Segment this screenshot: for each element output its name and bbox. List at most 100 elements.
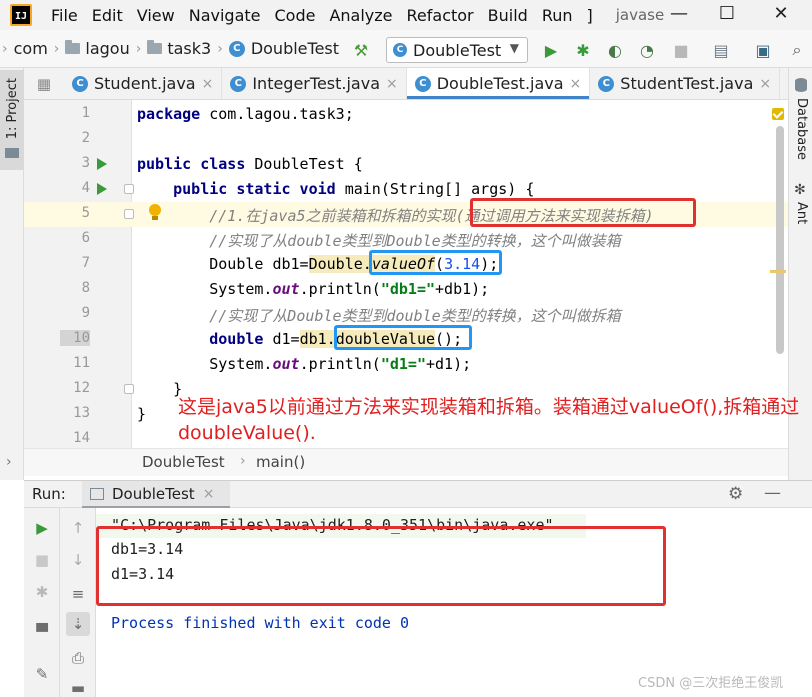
editor-tabs: ▦ C Student.java × C IntegerTest.java × … [24, 68, 788, 100]
tab-studenttest-java[interactable]: C StudentTest.java × [590, 68, 781, 99]
annotation-text: 这是java5以前通过方法来实现装箱和拆箱。装箱通过valueOf(),拆箱通过… [178, 396, 800, 444]
code-token: .println( [299, 280, 381, 298]
menu-run[interactable]: Run [535, 6, 580, 25]
breadcrumb-class[interactable]: DoubleTest [142, 453, 225, 471]
rerun-icon[interactable]: ▶ [32, 518, 52, 538]
menu-refactor[interactable]: Refactor [400, 6, 481, 25]
run-gutter-icon[interactable] [97, 183, 107, 195]
code-token: DoubleTest { [245, 155, 363, 173]
layout-icon[interactable]: ▦ [24, 68, 64, 99]
breadcrumb-method[interactable]: main() [256, 453, 305, 471]
menu-analyze[interactable]: Analyze [322, 6, 399, 25]
menu-edit[interactable]: Edit [85, 6, 130, 25]
project-tool-tab[interactable]: 1: Project [0, 70, 24, 170]
database-tab[interactable]: Database [794, 98, 809, 160]
fold-icon[interactable] [124, 184, 134, 194]
code-line: 1 package com.lagou.task3; [24, 102, 788, 127]
run-configuration-select[interactable]: C DoubleTest ▼ [386, 37, 528, 63]
gear-icon[interactable]: ⚙ [728, 484, 743, 504]
fold-icon[interactable] [124, 209, 134, 219]
menu-code[interactable]: Code [268, 6, 323, 25]
menu-navigate[interactable]: Navigate [182, 6, 268, 25]
line-number: 6 [81, 230, 90, 246]
coverage-icon[interactable]: ◐ [604, 39, 626, 61]
chevron-right-icon: › [217, 40, 223, 57]
close-icon[interactable]: × [570, 76, 582, 92]
line-number: 11 [73, 355, 90, 371]
menu-overflow[interactable]: ] [580, 6, 600, 25]
stop-icon[interactable]: ■ [670, 39, 692, 61]
warning-marker[interactable] [770, 270, 786, 273]
highlight-box-red [470, 198, 696, 227]
terminal-icon[interactable]: ▣ [752, 39, 774, 61]
minimize-button[interactable]: — [666, 3, 692, 24]
line-number: 2 [81, 130, 90, 146]
print-icon[interactable]: ⎙ [68, 648, 88, 668]
menu-view[interactable]: View [130, 6, 182, 25]
code-token: +d1); [426, 355, 472, 373]
project-structure-icon[interactable]: ▤ [710, 39, 732, 61]
minimize-panel-icon[interactable]: — [764, 483, 781, 503]
close-icon[interactable]: × [203, 486, 215, 502]
tab-label: IntegerTest.java [252, 74, 380, 93]
run-icon[interactable]: ▶ [540, 39, 562, 61]
chevron-right-icon[interactable]: › [6, 454, 12, 470]
class-icon: C [230, 75, 247, 92]
maximize-button[interactable]: ☐ [714, 3, 740, 24]
chevron-right-icon: › [240, 453, 246, 469]
tab-label: DoubleTest.java [436, 74, 564, 93]
profile-icon[interactable]: ◔ [636, 39, 658, 61]
pin-icon[interactable]: ✎ [32, 664, 52, 684]
code-line: 2 [24, 127, 788, 152]
code-text: } [137, 380, 182, 398]
highlight-box-blue [334, 325, 472, 350]
comment: //1.在java5之前装箱和拆箱的实现 [209, 207, 456, 225]
run-gutter-icon[interactable] [97, 158, 107, 170]
tab-doubletest-java[interactable]: C DoubleTest.java × [406, 68, 591, 99]
debug-bug-icon[interactable]: ✱ [572, 39, 594, 61]
search-icon[interactable]: ⌕ [786, 39, 808, 61]
close-icon[interactable]: × [386, 76, 398, 92]
run-console-output[interactable]: "C:\Program Files\Java\jdk1.8.0_351\bin\… [96, 508, 812, 697]
class-icon: C [414, 75, 431, 92]
line-number: 7 [81, 255, 90, 271]
highlight-box-red [96, 526, 666, 606]
close-icon[interactable]: × [202, 76, 214, 92]
run-tab-doubletest[interactable]: DoubleTest × [82, 481, 230, 509]
tab-integertest-java[interactable]: C IntegerTest.java × [222, 68, 407, 99]
comment: //实现了从Double类型到double类型的转换，这个叫做拆箱 [209, 307, 621, 325]
hammer-build-icon[interactable]: ⚒ [350, 39, 372, 61]
string-literal: "db1=" [380, 280, 436, 298]
close-icon[interactable]: × [759, 76, 771, 92]
stop-icon[interactable]: ■ [32, 550, 52, 570]
fold-icon[interactable] [124, 384, 134, 394]
breadcrumb-com[interactable]: com [14, 39, 48, 58]
code-line: 9 //实现了从Double类型到double类型的转换，这个叫做拆箱 [24, 302, 788, 327]
run-toolbar-secondary: ↑ ↓ ≡ ⇣ ⎙ ▬ [60, 508, 96, 697]
highlight-box-blue [369, 250, 502, 275]
tab-student-java[interactable]: C Student.java × [64, 68, 223, 99]
scroll-to-end-icon[interactable]: ⇣ [66, 612, 90, 636]
arrow-down-icon[interactable]: ↓ [68, 550, 88, 570]
soft-wrap-icon[interactable]: ≡ [68, 584, 88, 604]
line-number: 1 [81, 105, 90, 121]
breadcrumb-lagou[interactable]: lagou [85, 39, 129, 58]
debug-bug-icon[interactable]: ✱ [32, 582, 52, 602]
menu-file[interactable]: File [44, 6, 85, 25]
inspection-ok-icon[interactable] [772, 108, 784, 120]
editor-scrollbar[interactable] [776, 126, 784, 354]
close-button[interactable]: ✕ [768, 3, 794, 24]
code-token: Double [308, 255, 363, 273]
intellij-logo-icon: IJ [10, 4, 32, 26]
code-text: //实现了从double类型到Double类型的转换，这个叫做装箱 [137, 230, 620, 251]
arrow-up-icon[interactable]: ↑ [68, 518, 88, 538]
ant-tab[interactable]: Ant [794, 202, 809, 224]
line-number: 5 [81, 205, 90, 221]
menu-build[interactable]: Build [481, 6, 535, 25]
run-toolbar-primary: ▶ ■ ✱ ▀ ✎ [24, 508, 60, 697]
trash-icon[interactable]: ▬ [68, 678, 88, 697]
layout-icon[interactable]: ▀ [32, 622, 52, 642]
project-name: javase [615, 6, 665, 24]
breadcrumb-task3[interactable]: task3 [167, 39, 211, 58]
breadcrumb-doubletest[interactable]: DoubleTest [251, 39, 339, 58]
